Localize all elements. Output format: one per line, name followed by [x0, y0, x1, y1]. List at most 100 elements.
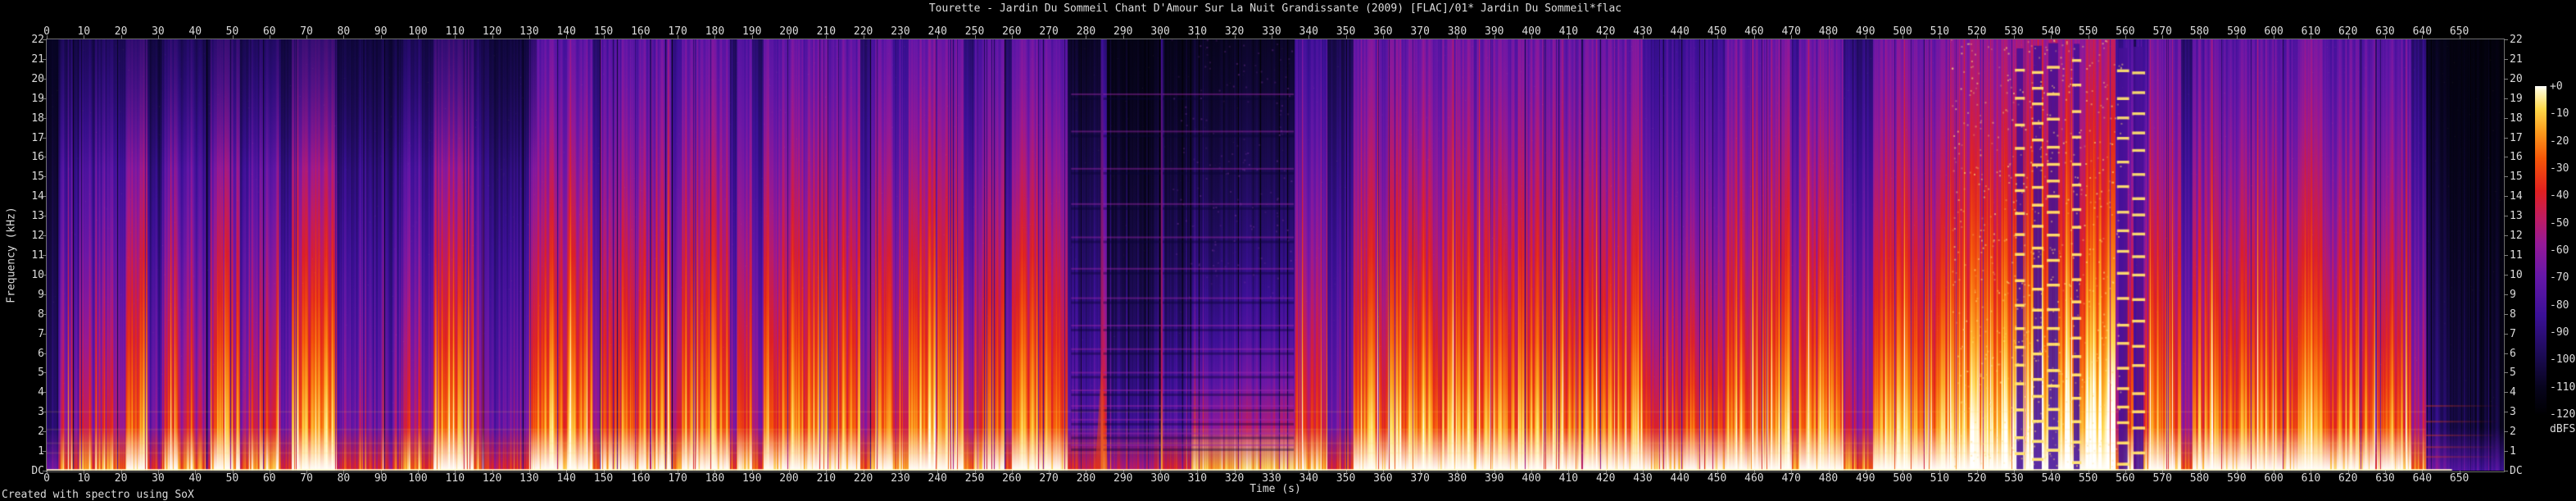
freq-tick-label: 10 — [2510, 270, 2537, 280]
time-tick-mark — [1977, 471, 1978, 475]
colorbar-unit-label: dBFS — [2550, 424, 2575, 435]
freq-tick-mark — [43, 176, 47, 177]
time-tick-mark — [1531, 471, 1532, 475]
freq-tick-mark — [43, 59, 47, 60]
time-tick-mark — [752, 471, 753, 475]
freq-tick-mark — [2504, 196, 2508, 197]
time-tick-mark — [1123, 471, 1124, 475]
time-tick-mark — [1235, 35, 1236, 39]
time-tick-mark — [1606, 471, 1607, 475]
freq-tick-mark — [2504, 314, 2508, 315]
freq-tick-mark — [2504, 59, 2508, 60]
time-tick-mark — [1939, 471, 1940, 475]
time-tick-mark — [2422, 471, 2423, 475]
time-tick-mark — [937, 35, 938, 39]
time-tick-mark — [529, 471, 530, 475]
time-tick-mark — [1457, 471, 1458, 475]
time-tick-mark — [455, 471, 456, 475]
time-tick-mark — [1791, 471, 1792, 475]
time-tick-mark — [789, 35, 790, 39]
freq-tick-label: DC — [21, 466, 44, 476]
freq-tick-mark — [43, 98, 47, 99]
time-tick-mark — [975, 35, 976, 39]
time-tick-mark — [1308, 35, 1309, 39]
time-tick-mark — [2125, 35, 2126, 39]
freq-tick-label: 21 — [21, 54, 44, 65]
freq-tick-label: 11 — [21, 250, 44, 261]
time-tick-mark — [1383, 35, 1384, 39]
time-tick-mark — [1791, 35, 1792, 39]
freq-tick-mark — [43, 334, 47, 335]
time-tick-mark — [1346, 471, 1347, 475]
time-tick-mark — [1717, 35, 1718, 39]
freq-tick-mark — [2504, 451, 2508, 452]
time-tick-mark — [1123, 35, 1124, 39]
freq-tick-label: 2 — [21, 426, 44, 437]
time-tick-mark — [1568, 35, 1569, 39]
freq-tick-label: 17 — [21, 133, 44, 143]
time-tick-mark — [1643, 471, 1644, 475]
freq-tick-mark — [43, 314, 47, 315]
freq-tick-mark — [2504, 275, 2508, 276]
colorbar-tick-label: -110 — [2550, 382, 2575, 393]
time-tick-mark — [195, 35, 196, 39]
time-tick-mark — [900, 35, 901, 39]
freq-tick-label: 8 — [21, 309, 44, 320]
time-tick-mark — [1308, 471, 1309, 475]
time-tick-mark — [2348, 35, 2349, 39]
time-tick-mark — [1197, 35, 1198, 39]
time-tick-mark — [2200, 35, 2201, 39]
freq-tick-mark — [43, 255, 47, 256]
x-axis-label: Time (s) — [47, 484, 2504, 494]
time-tick-mark — [233, 35, 234, 39]
time-tick-mark — [566, 35, 567, 39]
freq-tick-mark — [2504, 98, 2508, 99]
time-tick-mark — [492, 471, 493, 475]
freq-tick-label: 9 — [21, 289, 44, 300]
time-tick-mark — [2088, 35, 2089, 39]
freq-tick-mark — [43, 372, 47, 373]
time-tick-mark — [1606, 35, 1607, 39]
time-tick-mark — [1939, 35, 1940, 39]
colorbar-tick-label: -40 — [2550, 190, 2569, 201]
time-tick-mark — [714, 471, 715, 475]
time-tick-mark — [158, 35, 159, 39]
freq-tick-label: 6 — [2510, 348, 2537, 359]
freq-tick-mark — [2504, 255, 2508, 256]
y-axis-label: Frequency (kHz) — [7, 207, 17, 303]
freq-tick-label: 1 — [2510, 446, 2537, 457]
time-tick-mark — [1568, 471, 1569, 475]
freq-tick-label: 15 — [2510, 171, 2537, 182]
freq-tick-label: 14 — [2510, 191, 2537, 202]
freq-tick-label: 16 — [21, 152, 44, 162]
freq-tick-mark — [43, 275, 47, 276]
time-tick-mark — [1754, 35, 1755, 39]
time-tick-mark — [2125, 471, 2126, 475]
freq-tick-mark — [43, 39, 47, 40]
freq-tick-label: 19 — [21, 93, 44, 104]
time-tick-mark — [1531, 35, 1532, 39]
time-tick-mark — [1160, 35, 1161, 39]
time-tick-mark — [1049, 35, 1050, 39]
time-tick-mark — [1494, 35, 1495, 39]
freq-tick-label: 8 — [2510, 309, 2537, 320]
colorbar-gradient — [2535, 86, 2547, 414]
time-tick-mark — [418, 471, 419, 475]
time-tick-mark — [566, 471, 567, 475]
freq-tick-label: 7 — [2510, 329, 2537, 339]
time-tick-mark — [2051, 35, 2052, 39]
freq-tick-label: 2 — [2510, 426, 2537, 437]
freq-tick-mark — [43, 294, 47, 295]
freq-tick-label: 13 — [21, 211, 44, 221]
time-tick-mark — [1494, 471, 1495, 475]
freq-tick-label: 22 — [2510, 34, 2537, 45]
time-tick-mark — [1049, 471, 1050, 475]
time-tick-mark — [306, 471, 307, 475]
colorbar-tick-label: -20 — [2550, 136, 2569, 147]
freq-tick-label: 5 — [2510, 367, 2537, 378]
freq-tick-mark — [43, 451, 47, 452]
time-tick-mark — [2348, 471, 2349, 475]
freq-tick-label: 18 — [2510, 113, 2537, 124]
time-tick-mark — [492, 35, 493, 39]
time-tick-mark — [343, 35, 344, 39]
